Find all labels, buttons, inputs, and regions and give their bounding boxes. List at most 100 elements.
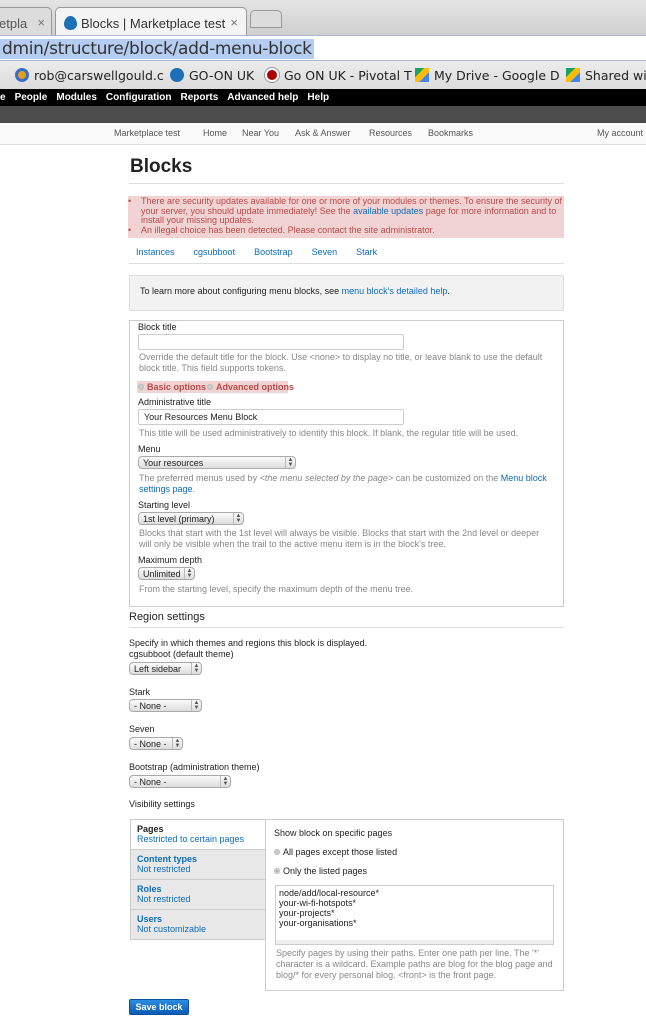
- radio-checked-icon[interactable]: [274, 868, 280, 874]
- available-updates-link[interactable]: available updates: [353, 206, 423, 216]
- divider: [129, 263, 564, 264]
- theme-label: Seven: [129, 724, 155, 734]
- nav-near-you[interactable]: Near You: [242, 128, 279, 138]
- pages-description: Specify pages by using their paths. Ente…: [276, 948, 553, 980]
- admin-menu-help[interactable]: Help: [307, 92, 329, 103]
- max-depth-label: Maximum depth: [138, 555, 203, 565]
- desc-text: can be customized on the: [393, 473, 501, 483]
- select-value: Unlimited: [143, 569, 181, 579]
- admin-menu-advanced-help[interactable]: Advanced help: [227, 92, 298, 103]
- cgsubboot-region-select[interactable]: Left sidebar ▲ ▼: [129, 662, 202, 675]
- gear-icon: [15, 68, 29, 82]
- browser-tab-active[interactable]: Blocks | Marketplace test ×: [55, 7, 247, 35]
- menu-select[interactable]: Your resources ▲ ▼: [138, 456, 296, 469]
- chevron-updown-icon: ▲ ▼: [233, 513, 243, 524]
- message: An illegal choice has been detected. Ple…: [128, 225, 564, 236]
- admin-menu-people[interactable]: People: [15, 92, 48, 103]
- tab-stark[interactable]: Stark: [356, 247, 377, 257]
- nav-ask-answer[interactable]: Ask & Answer: [295, 128, 351, 138]
- stark-region-select[interactable]: - None - ▲ ▼: [129, 699, 202, 712]
- chevron-updown-icon: ▲ ▼: [191, 700, 201, 711]
- advanced-options-link[interactable]: Advanced options: [216, 382, 294, 392]
- drupal-icon: [170, 68, 184, 82]
- pages-textarea[interactable]: node/add/local-resource* your-wi-fi-hots…: [275, 885, 554, 941]
- browser-tab-bar: etpla × Blocks | Marketplace test ×: [0, 0, 646, 35]
- select-value: - None -: [134, 739, 167, 749]
- starting-level-label: Starting level: [138, 500, 191, 510]
- admin-menu-modules[interactable]: Modules: [56, 92, 97, 103]
- vtab-users[interactable]: Users Not customizable: [131, 910, 266, 940]
- detailed-help-link[interactable]: menu block's detailed help: [342, 286, 448, 296]
- drupal-icon: [64, 16, 77, 30]
- address-bar[interactable]: dmin/structure/block/add-menu-block: [0, 35, 646, 61]
- block-title-input[interactable]: [138, 334, 404, 350]
- radio-icon[interactable]: [274, 849, 280, 855]
- radio-label: Only the listed pages: [283, 866, 368, 876]
- max-depth-select[interactable]: Unlimited ▲ ▼: [138, 567, 195, 580]
- starting-level-description: Blocks that start with the 1st level wil…: [139, 528, 540, 549]
- nav-bookmarks[interactable]: Bookmarks: [428, 128, 473, 138]
- save-block-button[interactable]: Save block: [129, 999, 189, 1015]
- browser-tab[interactable]: etpla ×: [0, 7, 52, 35]
- radio-only-listed[interactable]: Only the listed pages: [274, 866, 367, 876]
- textarea-resize-handle[interactable]: [275, 940, 554, 945]
- region-description: Specify in which themes and regions this…: [129, 638, 368, 648]
- bookmark-label: GO-ON UK: [189, 68, 255, 83]
- admin-title-description: This title will be used administratively…: [139, 428, 519, 438]
- bookmark-label: My Drive - Google D: [434, 68, 560, 83]
- admin-menu-configuration[interactable]: Configuration: [106, 92, 172, 103]
- nav-my-account[interactable]: My account: [597, 128, 643, 138]
- starting-level-select[interactable]: 1st level (primary) ▲ ▼: [138, 512, 244, 525]
- bookmark[interactable]: GO-ON UK: [170, 68, 254, 83]
- radio-icon[interactable]: [207, 384, 214, 390]
- max-depth-description: From the starting level, specify the max…: [139, 584, 414, 594]
- select-value: - None -: [134, 701, 167, 711]
- vtab-content-types[interactable]: Content types Not restricted: [131, 850, 266, 880]
- vtab-roles[interactable]: Roles Not restricted: [131, 880, 266, 910]
- tab-cgsubboot[interactable]: cgsubboot: [194, 247, 236, 257]
- help-text: To learn more about configuring menu blo…: [140, 286, 342, 296]
- radio-all-except[interactable]: All pages except those listed: [274, 847, 397, 857]
- radio-icon[interactable]: [138, 384, 144, 390]
- menu-description: The preferred menus used by <the menu se…: [139, 473, 554, 495]
- google-drive-icon: [415, 68, 429, 82]
- help-text: .: [447, 286, 450, 296]
- tab-bootstrap[interactable]: Bootstrap: [254, 247, 293, 257]
- theme-label: cgsubboot (default theme): [129, 649, 234, 659]
- bookmark[interactable]: Shared wit: [566, 68, 646, 83]
- desc-text: The preferred menus used by: [139, 473, 260, 483]
- bookmark[interactable]: rob@carswellgould.c: [15, 68, 164, 83]
- admin-title-input[interactable]: Your Resources Menu Block: [138, 409, 404, 425]
- vtab-summary: Not restricted: [137, 864, 191, 874]
- tab-seven[interactable]: Seven: [312, 247, 338, 257]
- tab-title: etpla: [0, 16, 28, 31]
- select-value: - None -: [134, 777, 167, 787]
- nav-resources[interactable]: Resources: [369, 128, 412, 138]
- site-name[interactable]: Marketplace test: [114, 128, 180, 138]
- vtab-title: Users: [137, 914, 163, 924]
- bootstrap-region-select[interactable]: - None - ▲ ▼: [129, 775, 231, 788]
- close-icon[interactable]: ×: [37, 15, 45, 30]
- divider: [129, 627, 564, 628]
- vtab-title: Pages: [137, 824, 164, 834]
- basic-options-link[interactable]: Basic options: [147, 382, 206, 392]
- vtab-title: Content types: [137, 854, 198, 864]
- vtab-pages[interactable]: Pages Restricted to certain pages: [131, 820, 267, 850]
- bookmarks-bar: rob@carswellgould.c GO-ON UK Go ON UK - …: [0, 61, 646, 89]
- vertical-tabs: Pages Restricted to certain pages Content…: [130, 819, 267, 940]
- url-text[interactable]: dmin/structure/block/add-menu-block: [0, 39, 314, 59]
- new-tab-button[interactable]: [250, 10, 282, 28]
- error-messages: There are security updates available for…: [128, 196, 564, 238]
- chevron-updown-icon: ▲ ▼: [191, 663, 201, 674]
- close-icon[interactable]: ×: [230, 15, 238, 30]
- admin-menu-reports[interactable]: Reports: [180, 92, 218, 103]
- seven-region-select[interactable]: - None - ▲ ▼: [129, 737, 183, 750]
- nav-home[interactable]: Home: [203, 128, 227, 138]
- radio-label: All pages except those listed: [283, 847, 398, 857]
- tab-title: Blocks | Marketplace test: [81, 16, 226, 31]
- bookmark[interactable]: My Drive - Google D: [415, 68, 560, 83]
- bookmark[interactable]: Go ON UK - Pivotal T: [265, 68, 412, 83]
- tab-instances[interactable]: Instances: [136, 247, 175, 257]
- admin-menu-item[interactable]: e: [0, 92, 6, 103]
- visibility-heading: Visibility settings: [129, 799, 195, 809]
